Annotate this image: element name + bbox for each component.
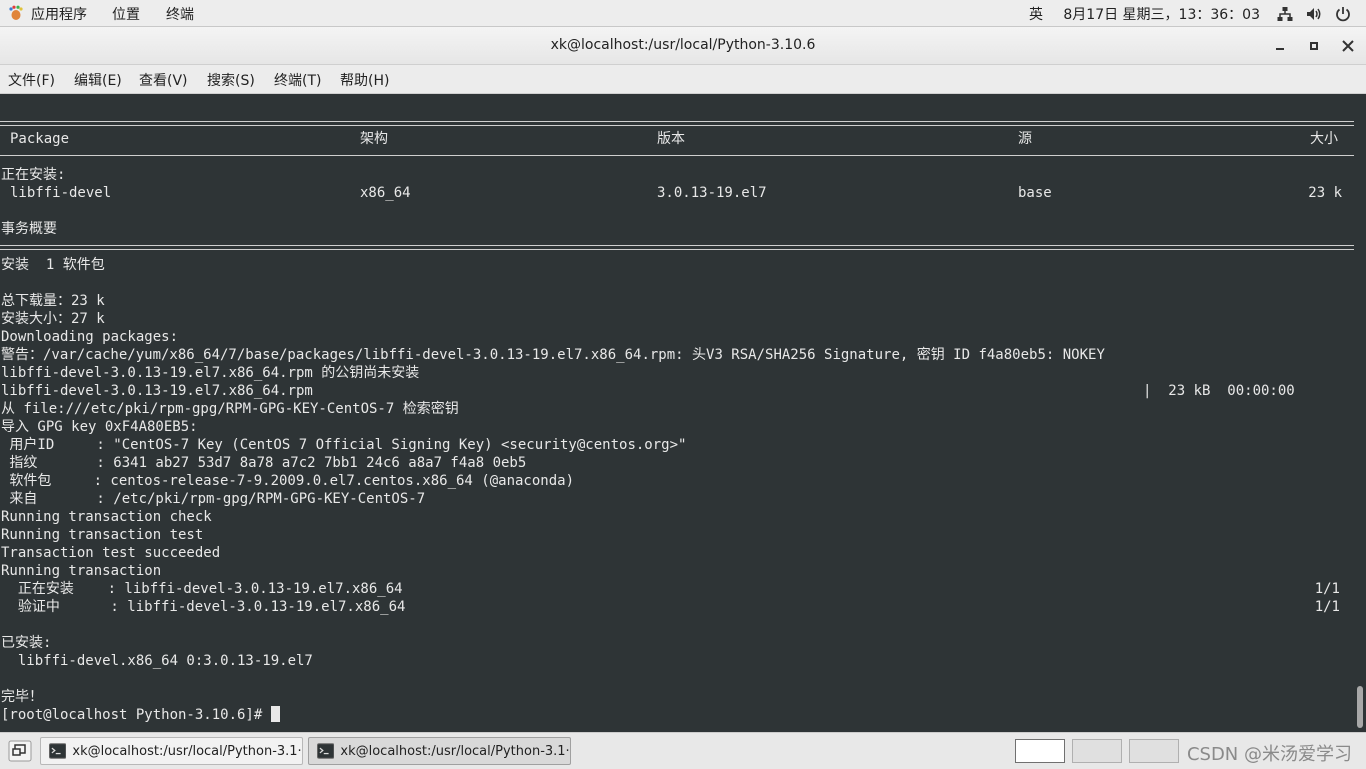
workspace-3[interactable]	[1129, 739, 1179, 763]
terminal-icon	[49, 743, 67, 759]
shell-prompt: [root@localhost Python-3.10.6]#	[1, 707, 271, 723]
window-title: xk@localhost:/usr/local/Python-3.10.6	[550, 37, 816, 53]
taskbar-window-1-label: xk@localhost:/usr/local/Python-3.1···	[72, 743, 302, 759]
terminal-line: 导入 GPG key 0xF4A80EB5:	[1, 419, 198, 435]
taskbar: xk@localhost:/usr/local/Python-3.1··· xk…	[0, 732, 1366, 769]
pkg-size: 23 k	[1308, 185, 1342, 201]
col-header-repo: 源	[1018, 131, 1032, 147]
menu-terminal[interactable]: 终端(T)	[274, 70, 321, 90]
minimize-icon[interactable]	[1270, 36, 1290, 56]
pkg-version: 3.0.13-19.el7	[657, 185, 767, 201]
download-stats: | 23 kB 00:00:00	[1143, 383, 1295, 399]
terminal-line: 安装 1 软件包	[1, 257, 105, 273]
table-rule-top	[0, 121, 1354, 126]
workspace-1[interactable]	[1015, 739, 1065, 763]
clock[interactable]: 8月17日 星期三，13：36：03	[1063, 4, 1260, 24]
workspace-2[interactable]	[1072, 739, 1122, 763]
terminal-line: 从 file:///etc/pki/rpm-gpg/RPM-GPG-KEY-Ce…	[1, 401, 459, 417]
terminal-output[interactable]: Package 架构 版本 源 大小 正在安装: libffi-devel x8…	[0, 94, 1354, 732]
table-rule-summary	[0, 245, 1354, 250]
close-icon[interactable]	[1338, 36, 1358, 56]
progress-verifying: 1/1	[1314, 599, 1340, 615]
terminal-line: libffi-devel-3.0.13-19.el7.x86_64.rpm 的公…	[1, 365, 420, 381]
terminal-line: 警告：/var/cache/yum/x86_64/7/base/packages…	[1, 347, 1105, 363]
terminal-line: 正在安装 : libffi-devel-3.0.13-19.el7.x86_64	[1, 581, 403, 597]
terminal-line: 总下载量：23 k	[1, 293, 105, 309]
menu-search[interactable]: 搜索(S)	[207, 70, 255, 90]
terminal-line: Running transaction test	[1, 527, 204, 543]
shell-prompt-line[interactable]: [root@localhost Python-3.10.6]#	[1, 706, 280, 724]
pkg-repo: base	[1018, 185, 1052, 201]
col-header-version: 版本	[657, 131, 685, 147]
terminal-app-menu[interactable]: 终端	[166, 4, 194, 24]
maximize-icon[interactable]	[1304, 36, 1324, 56]
terminal-line: Running transaction	[1, 563, 162, 579]
terminal-line: 软件包 : centos-release-7-9.2009.0.el7.cent…	[1, 473, 575, 489]
menu-help[interactable]: 帮助(H)	[340, 70, 389, 90]
network-icon[interactable]	[1276, 5, 1294, 23]
terminal-line: 安装大小：27 k	[1, 311, 105, 327]
show-desktop-icon[interactable]	[8, 740, 32, 762]
menu-file[interactable]: 文件(F)	[8, 70, 55, 90]
summary-label: 事务概要	[1, 221, 57, 237]
terminal-line: 已安装:	[1, 635, 52, 651]
taskbar-window-2-label: xk@localhost:/usr/local/Python-3.1···	[340, 743, 570, 759]
terminal-line: 用户ID : "CentOS-7 Key (CentOS 7 Official …	[1, 437, 687, 453]
menu-edit[interactable]: 编辑(E)	[74, 70, 122, 90]
col-header-size: 大小	[1310, 131, 1338, 147]
pkg-arch: x86_64	[360, 185, 411, 201]
terminal-line: Running transaction check	[1, 509, 212, 525]
progress-installing: 1/1	[1314, 581, 1340, 597]
installing-label: 正在安装:	[1, 167, 66, 183]
volume-icon[interactable]	[1305, 5, 1323, 23]
terminal-scrollbar[interactable]	[1354, 94, 1366, 732]
menu-view[interactable]: 查看(V)	[139, 70, 188, 90]
terminal-line: Transaction test succeeded	[1, 545, 221, 561]
apps-menu[interactable]: 应用程序	[31, 4, 87, 24]
power-icon[interactable]	[1334, 5, 1352, 23]
gnome-foot-icon[interactable]	[8, 5, 24, 21]
window-titlebar[interactable]: xk@localhost:/usr/local/Python-3.10.6	[0, 27, 1366, 65]
places-menu[interactable]: 位置	[112, 4, 140, 24]
terminal-line: 来自 : /etc/pki/rpm-gpg/RPM-GPG-KEY-CentOS…	[1, 491, 426, 507]
table-rule-header	[0, 155, 1354, 158]
top-panel: 应用程序 位置 终端 英 8月17日 星期三，13：36：03	[0, 0, 1366, 27]
text-cursor	[270, 706, 280, 722]
col-header-arch: 架构	[360, 131, 388, 147]
terminal-line: libffi-devel-3.0.13-19.el7.x86_64.rpm	[1, 383, 313, 399]
terminal-line: Downloading packages:	[1, 329, 179, 345]
terminal-line: 指纹 : 6341 ab27 53d7 8a78 a7c2 7bb1 24c6 …	[1, 455, 527, 471]
terminal-line: 完毕！	[1, 689, 43, 705]
input-method-indicator[interactable]: 英	[1029, 4, 1043, 24]
terminal-line: libffi-devel.x86_64 0:3.0.13-19.el7	[1, 653, 313, 669]
taskbar-window-2[interactable]: xk@localhost:/usr/local/Python-3.1···	[308, 737, 571, 765]
csdn-watermark: CSDN @米汤爱学习	[1186, 744, 1352, 765]
menubar: 文件(F) 编辑(E) 查看(V) 搜索(S) 终端(T) 帮助(H)	[0, 65, 1366, 94]
taskbar-window-1[interactable]: xk@localhost:/usr/local/Python-3.1···	[40, 737, 303, 765]
scrollbar-thumb[interactable]	[1357, 686, 1363, 728]
pkg-name: libffi-devel	[10, 185, 112, 201]
col-header-package: Package	[10, 131, 70, 147]
terminal-icon	[317, 743, 335, 759]
terminal-line: 验证中 : libffi-devel-3.0.13-19.el7.x86_64	[1, 599, 406, 615]
